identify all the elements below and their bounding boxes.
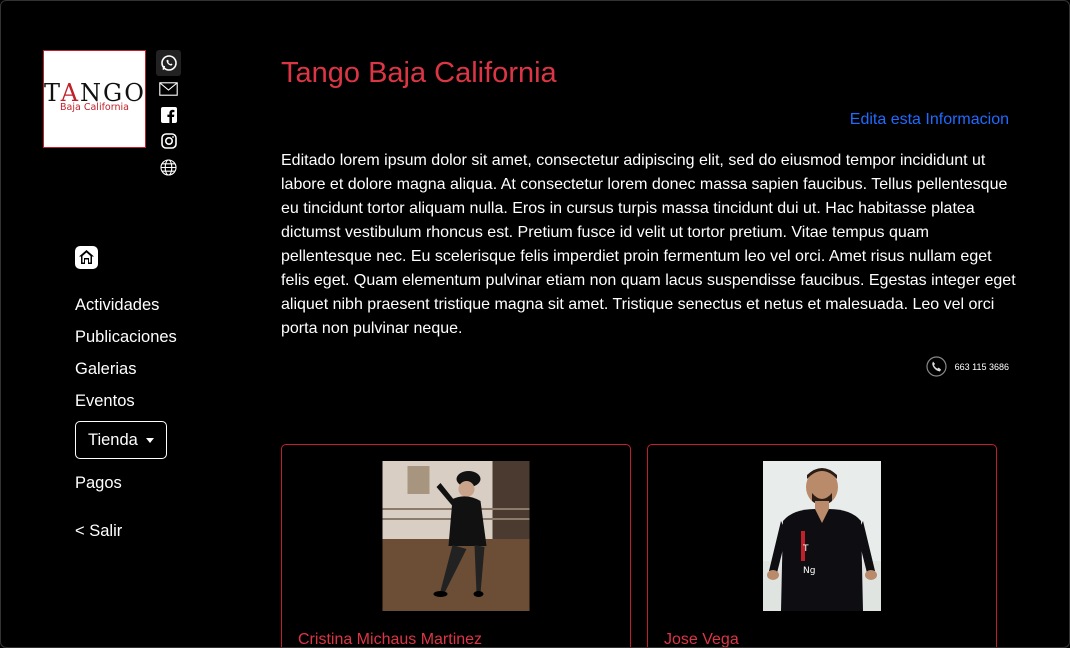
member-card[interactable]: T Ng Jose Vega: [647, 444, 997, 648]
social-links: [156, 50, 181, 180]
edit-info-link[interactable]: Edita esta Informacion: [850, 111, 1009, 129]
sidebar-nav: Actividades Publicaciones Galerias Event…: [75, 293, 177, 551]
phone-number: 663 115 3686: [954, 361, 1009, 372]
instagram-icon[interactable]: [156, 128, 181, 154]
page-title: Tango Baja California: [281, 57, 557, 89]
mail-icon[interactable]: [156, 76, 181, 102]
nav-item-pagos[interactable]: Pagos: [75, 471, 177, 503]
logout-link[interactable]: < Salir: [75, 519, 177, 551]
tienda-dropdown-button[interactable]: Tienda: [75, 421, 167, 459]
nav-item-actividades[interactable]: Actividades: [75, 293, 177, 325]
member-name: Cristina Michaus Martinez: [298, 631, 483, 648]
member-photo: [382, 461, 530, 616]
member-photo: T Ng: [763, 461, 881, 616]
svg-text:Ng: Ng: [803, 566, 815, 576]
description-text: Editado lorem ipsum dolor sit amet, cons…: [281, 152, 1016, 337]
whatsapp-icon[interactable]: [156, 50, 181, 76]
nav-item-galerias[interactable]: Galerias: [75, 357, 177, 389]
home-icon[interactable]: [75, 246, 98, 269]
facebook-icon[interactable]: [156, 102, 181, 128]
chevron-down-icon: [145, 437, 154, 443]
member-name: Jose Vega: [664, 631, 739, 648]
tienda-label: Tienda: [88, 430, 138, 449]
phone-icon: [926, 356, 947, 377]
member-card[interactable]: Cristina Michaus Martinez: [281, 444, 631, 648]
globe-icon[interactable]: [156, 154, 181, 180]
svg-text:T: T: [802, 544, 809, 554]
app-window: TANGO Baja California Actividades Public…: [0, 0, 1070, 648]
phone-contact[interactable]: 663 115 3686: [926, 356, 1009, 377]
logo-subtitle: Baja California: [60, 102, 129, 113]
nav-item-eventos[interactable]: Eventos: [75, 389, 177, 421]
brand-logo[interactable]: TANGO Baja California: [43, 50, 146, 148]
nav-item-publicaciones[interactable]: Publicaciones: [75, 325, 177, 357]
